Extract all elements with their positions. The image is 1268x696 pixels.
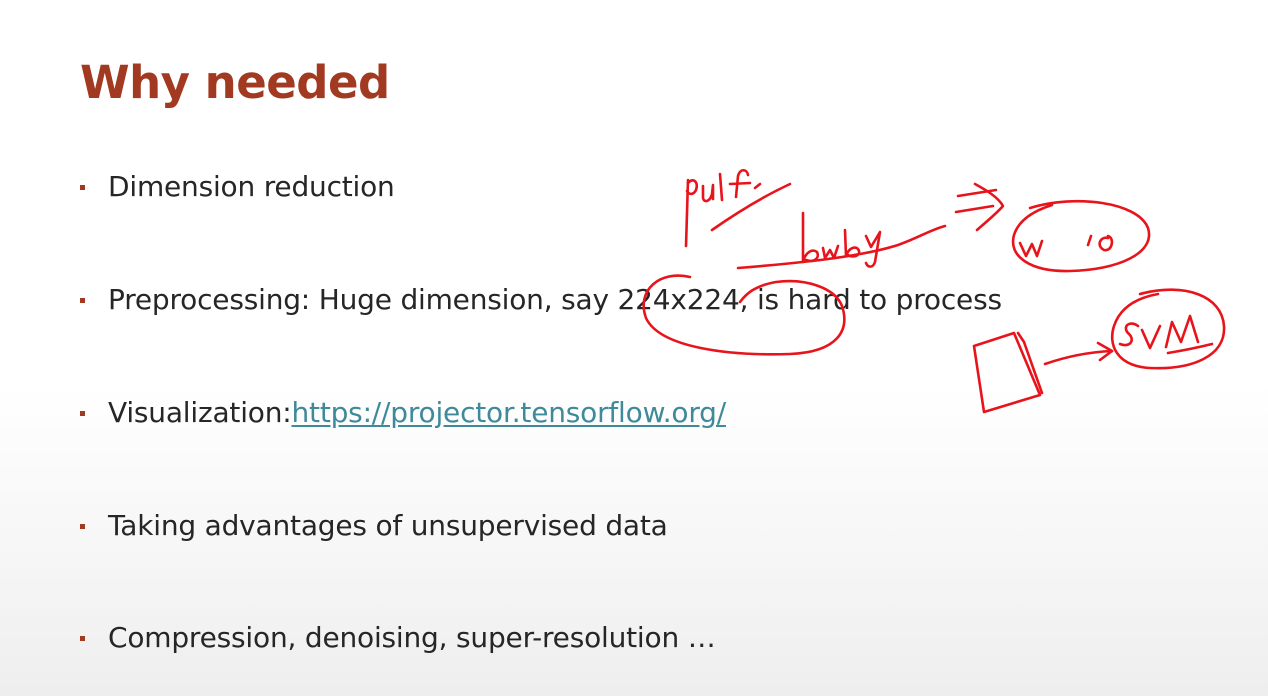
handwriting-pulf	[684, 168, 762, 248]
projector-link[interactable]: https://projector.tensorflow.org/	[292, 396, 727, 429]
double-arrow-icon	[954, 182, 1005, 232]
slide: Why needed Dimension reduction Preproces…	[0, 0, 1268, 696]
bullet-item: Taking advantages of unsupervised data	[80, 505, 668, 545]
bullet-item: Dimension reduction	[80, 166, 395, 206]
slide-title: Why needed	[80, 56, 390, 109]
bullet-marker-icon	[80, 410, 85, 416]
bullet-item: Preprocessing: Huge dimension, say 224x2…	[80, 279, 1002, 319]
bullet-marker-icon	[80, 184, 85, 190]
bullet-text-dimension-reduction: Dimension reduction	[108, 169, 395, 203]
handwriting-w10	[1018, 234, 1114, 258]
bullet-marker-icon	[80, 635, 85, 641]
handwriting-bwby	[801, 211, 882, 268]
bullet-marker-icon	[80, 297, 85, 303]
ink-stroke	[736, 224, 947, 270]
bullet-text-preprocessing: Preprocessing: Huge dimension, say 224x2…	[108, 282, 1002, 316]
bullet-marker-icon	[80, 523, 85, 529]
bullet-text-visualization: Visualization:	[108, 395, 292, 429]
arrow-to-svm-icon	[1043, 341, 1114, 366]
circle-around-svm	[1110, 288, 1226, 370]
circle-around-w10	[1011, 199, 1151, 273]
handwriting-svm	[1118, 314, 1214, 355]
ink-stroke	[710, 182, 792, 232]
bullet-text-unsupervised: Taking advantages of unsupervised data	[108, 508, 668, 542]
document-sketch	[972, 331, 1044, 414]
bullet-text-compression: Compression, denoising, super-resolution…	[108, 620, 716, 654]
bullet-item: Compression, denoising, super-resolution…	[80, 617, 716, 657]
bullet-item: Visualization: https://projector.tensorf…	[80, 392, 726, 432]
